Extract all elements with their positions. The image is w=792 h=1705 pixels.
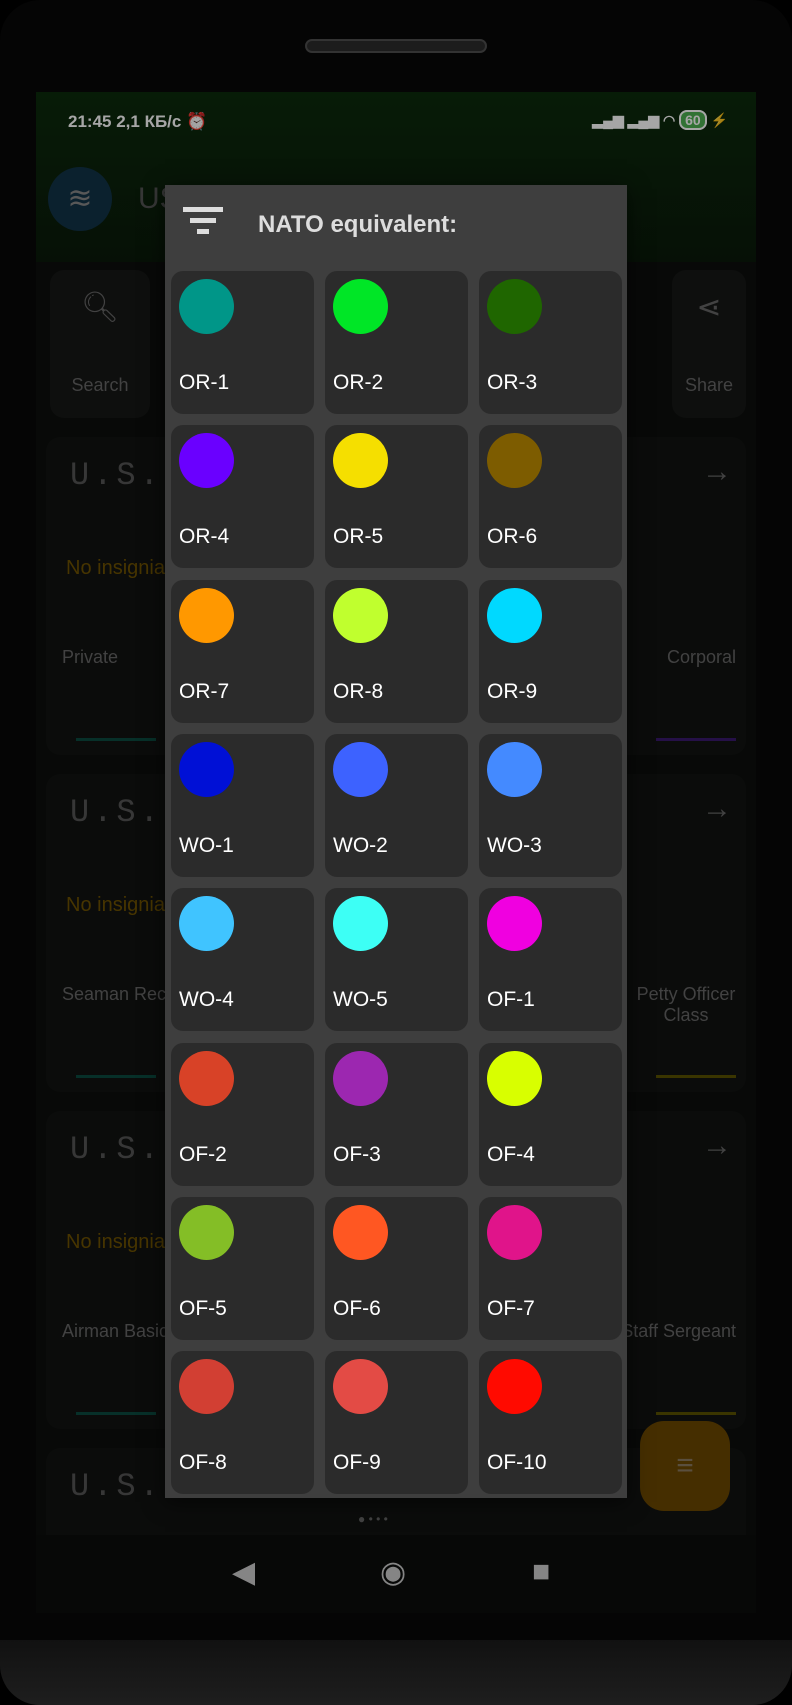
nato-code-label: WO-3: [487, 833, 542, 857]
nato-code-label: OR-5: [333, 525, 384, 549]
nato-option-of-6[interactable]: OF-6: [325, 1196, 468, 1340]
phone-chin: [0, 1640, 792, 1705]
nato-option-of-1[interactable]: OF-1: [479, 888, 622, 1032]
nato-option-or-9[interactable]: OR-9: [479, 579, 622, 723]
nato-option-or-1[interactable]: OR-1: [171, 271, 314, 414]
color-swatch: [487, 433, 542, 489]
nato-code-label: OF-9: [333, 1451, 381, 1475]
filter-icon: [183, 207, 223, 243]
nato-code-label: OR-4: [179, 525, 230, 549]
nato-option-wo-4[interactable]: WO-4: [171, 888, 314, 1032]
nato-option-of-8[interactable]: OF-8: [171, 1351, 314, 1495]
color-swatch: [487, 896, 542, 952]
nato-option-wo-2[interactable]: WO-2: [325, 733, 468, 877]
color-swatch: [179, 433, 234, 489]
nato-code-label: WO-4: [179, 988, 234, 1012]
color-swatch: [333, 1204, 388, 1260]
nato-code-label: OR-3: [487, 371, 538, 394]
nato-code-label: OF-2: [179, 1142, 227, 1166]
nato-filter-dialog: NATO equivalent: OR-1 OR-2 OR-3 OR-4 OR-5 OR-…: [165, 185, 627, 1498]
nato-code-label: OF-6: [333, 1296, 381, 1320]
nato-code-label: OR-2: [333, 371, 384, 394]
speaker-grille: [305, 39, 487, 53]
nato-code-label: OF-7: [487, 1296, 535, 1320]
color-swatch: [487, 1050, 542, 1106]
nato-option-of-3[interactable]: OF-3: [325, 1042, 468, 1186]
dialog-header: NATO equivalent:: [165, 185, 627, 265]
nato-code-label: WO-2: [333, 833, 388, 857]
color-swatch: [487, 1204, 542, 1260]
color-swatch: [179, 1204, 234, 1260]
phone-frame: 21:45 2,1 КБ/с ⏰ ▂▄▆ ▂▄▆ ◠ 60 ⚡ ≋ US 🔍︎ S…: [0, 0, 792, 1705]
nato-option-or-6[interactable]: OR-6: [479, 425, 622, 569]
nato-code-label: OR-1: [179, 371, 230, 394]
color-swatch: [333, 741, 388, 797]
color-swatch: [179, 1359, 234, 1415]
nato-option-of-4[interactable]: OF-4: [479, 1042, 622, 1186]
nato-code-label: OR-7: [179, 679, 230, 703]
nato-code-label: OF-8: [179, 1451, 227, 1475]
color-swatch: [333, 587, 388, 643]
nato-option-of-2[interactable]: OF-2: [171, 1042, 314, 1186]
color-swatch: [487, 1359, 542, 1415]
nato-code-label: OF-1: [487, 988, 535, 1012]
color-swatch: [333, 279, 388, 334]
nato-code-label: OR-8: [333, 679, 384, 703]
nato-code-label: OF-5: [179, 1296, 227, 1320]
nato-code-label: OR-9: [487, 679, 538, 703]
nato-option-of-10[interactable]: OF-10: [479, 1351, 622, 1495]
color-swatch: [487, 587, 542, 643]
nato-code-label: OF-4: [487, 1142, 535, 1166]
color-swatch: [179, 279, 234, 334]
nato-option-wo-5[interactable]: WO-5: [325, 888, 468, 1032]
nato-option-of-9[interactable]: OF-9: [325, 1351, 468, 1495]
nato-option-wo-3[interactable]: WO-3: [479, 733, 622, 877]
nato-option-or-2[interactable]: OR-2: [325, 271, 468, 414]
color-swatch: [333, 896, 388, 952]
nato-option-or-7[interactable]: OR-7: [171, 579, 314, 723]
nato-option-wo-1[interactable]: WO-1: [171, 733, 314, 877]
color-swatch: [333, 1359, 388, 1415]
nato-code-label: WO-1: [179, 833, 234, 857]
nato-option-or-3[interactable]: OR-3: [479, 271, 622, 414]
nato-option-or-8[interactable]: OR-8: [325, 579, 468, 723]
color-swatch: [333, 433, 388, 489]
nato-code-label: WO-5: [333, 988, 388, 1012]
nato-option-or-4[interactable]: OR-4: [171, 425, 314, 569]
color-swatch: [179, 741, 234, 797]
color-swatch: [179, 587, 234, 643]
nato-option-of-7[interactable]: OF-7: [479, 1196, 622, 1340]
color-swatch: [487, 741, 542, 797]
nato-code-label: OF-10: [487, 1451, 547, 1475]
nato-option-of-5[interactable]: OF-5: [171, 1196, 314, 1340]
nato-option-or-5[interactable]: OR-5: [325, 425, 468, 569]
nato-code-label: OF-3: [333, 1142, 381, 1166]
color-swatch: [487, 279, 542, 334]
dialog-title: NATO equivalent:: [258, 211, 458, 238]
color-swatch: [333, 1050, 388, 1106]
color-swatch: [179, 896, 234, 952]
nato-code-label: OR-6: [487, 525, 538, 549]
color-swatch: [179, 1050, 234, 1106]
